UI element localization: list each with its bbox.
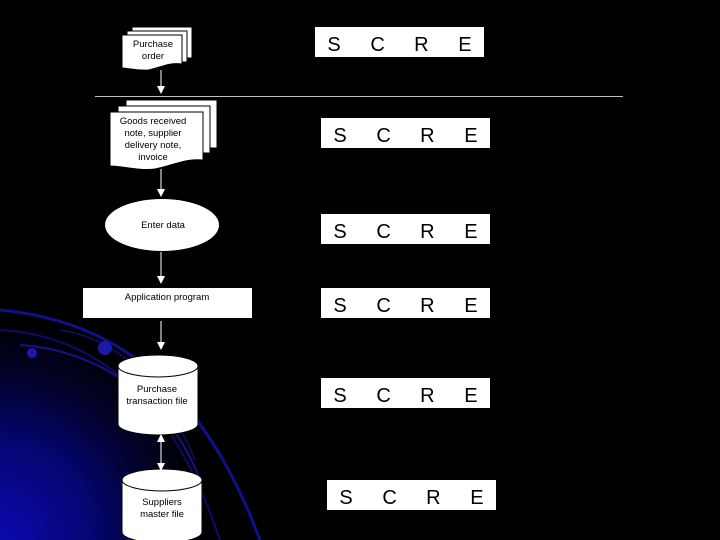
scre-letter-r: R xyxy=(420,295,435,317)
scre-row: S C R E xyxy=(327,480,496,510)
edge-purchase-order-to-goods-received xyxy=(157,70,165,94)
scre-letter-c: C xyxy=(370,34,385,56)
scre-letter-e: E xyxy=(464,125,478,147)
scre-letter-e: E xyxy=(464,221,478,243)
node-label: invoice xyxy=(138,152,168,163)
arrowhead-icon xyxy=(157,189,165,197)
node-label: Goods received xyxy=(120,116,187,127)
arrowhead-icon xyxy=(157,342,165,350)
edge-enter-data-to-application-program xyxy=(157,252,165,284)
node-purchase-order[interactable]: Purchase order xyxy=(121,26,193,71)
arrowhead-icon xyxy=(157,276,165,284)
scre-letter-r: R xyxy=(414,34,429,56)
node-goods-received[interactable]: Goods received note, supplier delivery n… xyxy=(109,99,218,170)
node-application-program[interactable]: Application program xyxy=(83,288,252,318)
node-label: Purchase xyxy=(137,384,177,395)
scre-letter-s: S xyxy=(333,221,347,243)
scre-letter-e: E xyxy=(464,295,478,317)
edge-purchase-transaction-file-to-suppliers-master-file xyxy=(157,434,165,471)
scre-letter-r: R xyxy=(420,385,435,407)
scre-letter-s: S xyxy=(333,295,347,317)
scre-row: S C R E xyxy=(315,27,484,57)
arrowhead-icon xyxy=(157,86,165,94)
scre-letter-c: C xyxy=(376,125,391,147)
node-label: delivery note, xyxy=(125,140,182,151)
scre-row: S C R E xyxy=(321,118,490,148)
scre-letter-r: R xyxy=(426,487,441,509)
node-enter-data[interactable]: Enter data xyxy=(105,199,219,251)
scre-row: S C R E xyxy=(321,378,490,408)
flowchart: Purchase order Goods received note, supp… xyxy=(83,26,252,540)
node-label: transaction file xyxy=(126,396,187,407)
node-label: order xyxy=(142,51,164,62)
node-label: note, supplier xyxy=(124,128,181,139)
node-suppliers-master-file[interactable]: Suppliers master file xyxy=(121,468,203,540)
scre-row: S C R E xyxy=(321,288,490,318)
scre-letter-s: S xyxy=(333,125,347,147)
cylinder-top xyxy=(121,468,203,492)
scre-letter-c: C xyxy=(376,385,391,407)
node-label: Suppliers xyxy=(142,497,182,508)
scre-letter-s: S xyxy=(327,34,341,56)
scre-letter-c: C xyxy=(382,487,397,509)
scre-letter-c: C xyxy=(376,295,391,317)
node-label: Application program xyxy=(125,292,210,303)
node-label: Purchase xyxy=(133,39,173,50)
edge-application-program-to-purchase-transaction-file xyxy=(157,321,165,350)
edge-goods-received-to-enter-data xyxy=(157,169,165,197)
scre-letter-c: C xyxy=(376,221,391,243)
node-purchase-transaction-file[interactable]: Purchase transaction file xyxy=(117,354,199,436)
cylinder-top xyxy=(117,354,199,378)
scre-letter-r: R xyxy=(420,125,435,147)
scre-row: S C R E xyxy=(321,214,490,244)
scre-letter-e: E xyxy=(464,385,478,407)
node-label: master file xyxy=(140,509,184,520)
scre-letter-s: S xyxy=(339,487,353,509)
scre-letter-e: E xyxy=(470,487,484,509)
scre-letter-r: R xyxy=(420,221,435,243)
scre-letter-e: E xyxy=(458,34,472,56)
scre-letter-s: S xyxy=(333,385,347,407)
node-label: Enter data xyxy=(141,220,186,231)
